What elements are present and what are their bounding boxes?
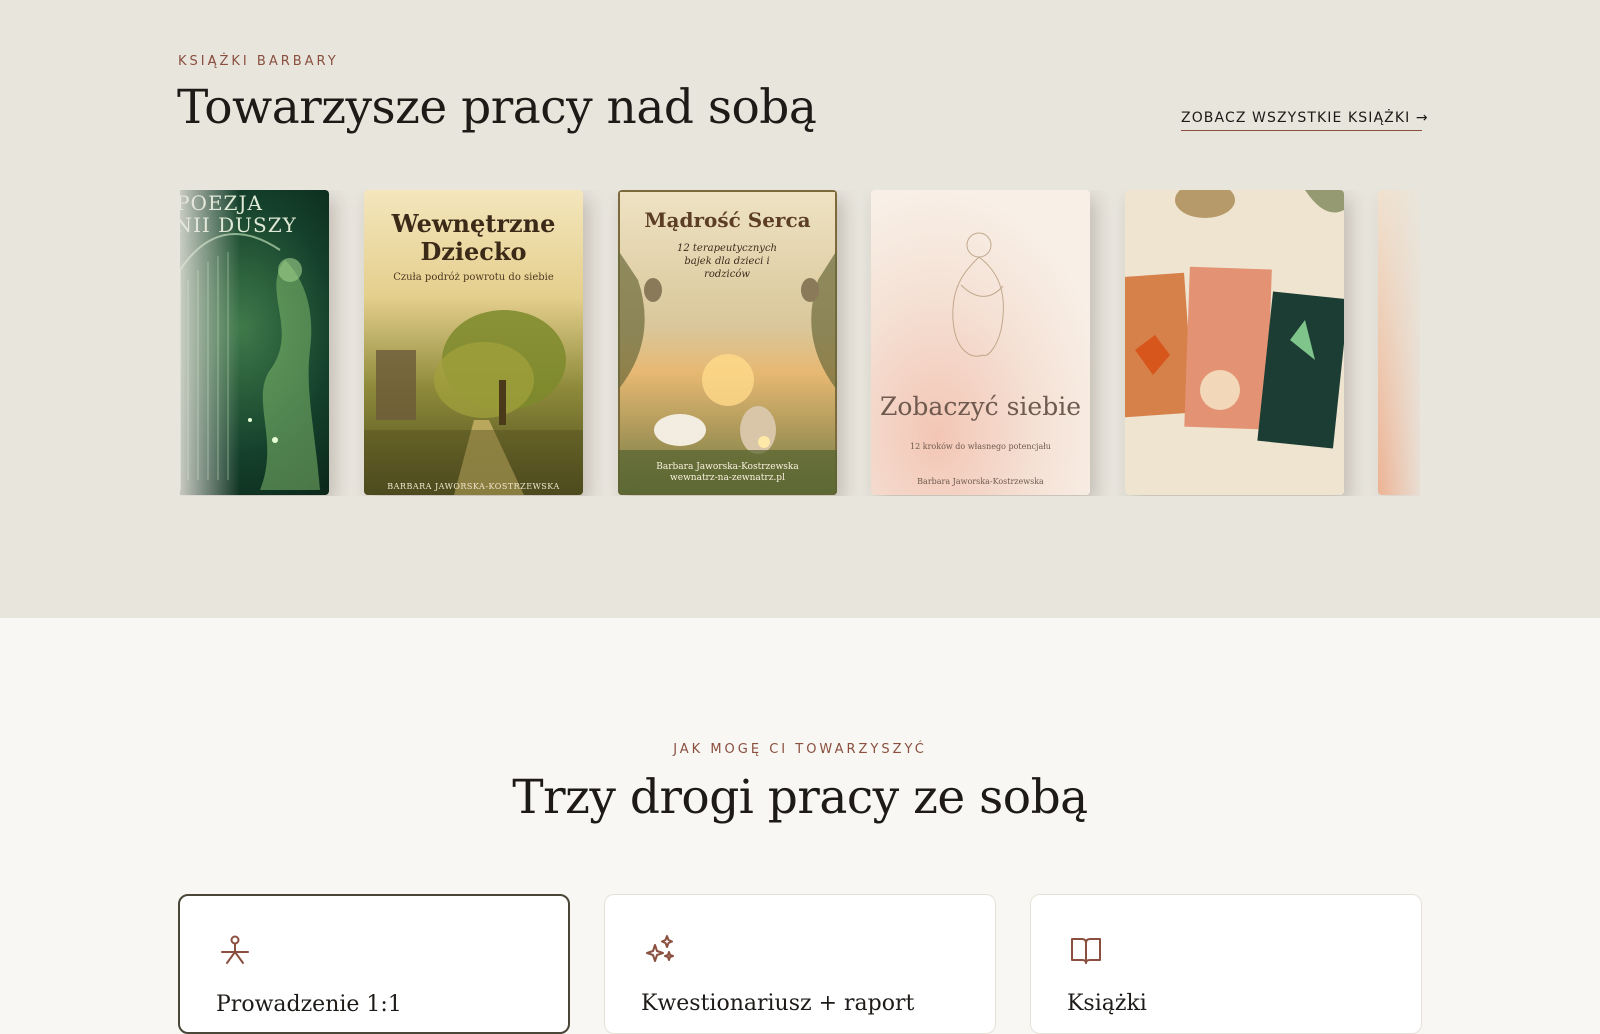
zobaczyc-subtitle: 12 kroków do własnego potencjału	[910, 442, 1051, 451]
poezja-title-line2: FONII DUSZY	[180, 213, 297, 237]
service-card-title: Książki	[1067, 991, 1147, 1016]
wewnetrzne-title: Wewnętrzne Dziecko	[391, 209, 556, 266]
sparkles-icon	[646, 935, 674, 962]
books-title: Towarzysze pracy nad sobą	[177, 80, 817, 135]
service-card-books[interactable]: Książki	[1030, 894, 1422, 1034]
zobaczyc-author: Barbara Jaworska-Kostrzewska	[917, 477, 1044, 486]
collection-photo-art	[1125, 190, 1344, 495]
person-balance-icon	[221, 935, 249, 964]
books-carousel[interactable]: POEZJA FONII DUSZY	[180, 190, 1420, 496]
service-card-questionnaire[interactable]: Kwestionariusz + raport	[604, 894, 996, 1034]
services-section: JAK MOGĘ CI TOWARZYSZYĆ Trzy drogi pracy…	[0, 618, 1600, 1034]
poezja-title: POEZJA	[180, 191, 263, 215]
book-cover-partial[interactable]	[1378, 190, 1420, 495]
open-book-icon	[1071, 938, 1101, 964]
partial-cover-art	[1378, 190, 1420, 495]
book-cover-zobaczyc-siebie[interactable]: Zobaczyć siebie 12 kroków do własnego po…	[871, 190, 1090, 495]
service-card-title: Kwestionariusz + raport	[641, 991, 915, 1016]
books-section: KSIĄŻKI BARBARY Towarzysze pracy nad sob…	[0, 0, 1600, 618]
madrosc-subtitle: 12 terapeutycznych bajek dla dzieci i ro…	[676, 243, 777, 280]
wewnetrzne-author: BARBARA JAWORSKA-KOSTRZEWSKA	[387, 482, 560, 491]
madrosc-cover-art	[618, 190, 837, 495]
wewnetrzne-subtitle: Czuła podróż powrotu do siebie	[393, 272, 554, 283]
book-cover-wewnetrzne-dziecko[interactable]: Wewnętrzne Dziecko Czuła podróż powrotu …	[364, 190, 583, 495]
service-card-coaching[interactable]: Prowadzenie 1:1	[178, 894, 570, 1034]
service-card-title: Prowadzenie 1:1	[216, 992, 402, 1017]
see-all-books-link[interactable]: ZOBACZ WSZYSTKIE KSIĄŻKI →	[1181, 110, 1428, 131]
book-cover-madrosc-serca[interactable]: Mądrość Serca 12 terapeutycznych bajek d…	[618, 190, 837, 495]
services-title: Trzy drogi pracy ze sobą	[512, 770, 1088, 825]
madrosc-title: Mądrość Serca	[644, 208, 811, 232]
madrosc-author: Barbara Jaworska-Kostrzewska	[656, 462, 799, 472]
book-cover-poezja[interactable]: POEZJA FONII DUSZY	[180, 190, 329, 495]
zobaczyc-title: Zobaczyć siebie	[880, 392, 1081, 421]
services-eyebrow: JAK MOGĘ CI TOWARZYSZYĆ	[673, 742, 927, 757]
book-collection-photo[interactable]	[1125, 190, 1344, 495]
books-eyebrow: KSIĄŻKI BARBARY	[178, 54, 339, 69]
madrosc-site: wewnatrz-na-zewnatrz.pl	[670, 473, 785, 483]
